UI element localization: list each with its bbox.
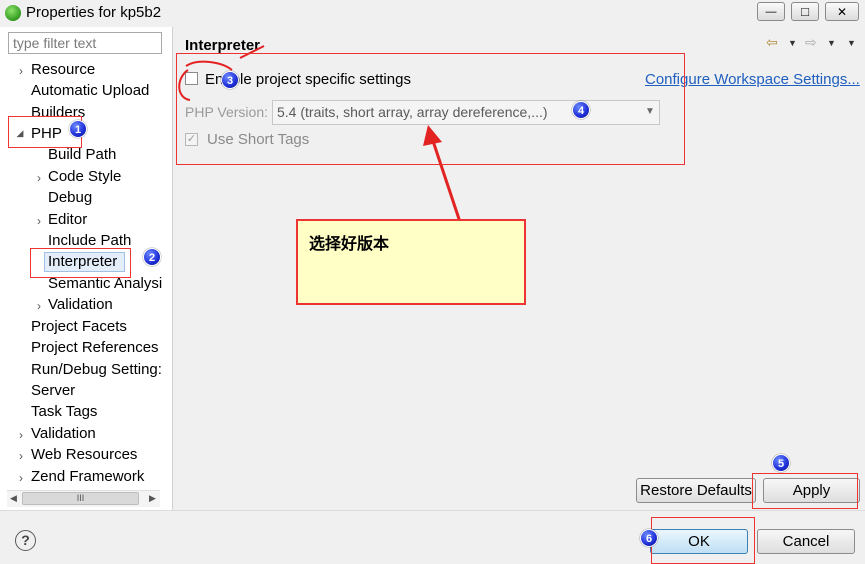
step-badge-4: 4 (572, 101, 590, 119)
step-badge-6: 6 (640, 529, 658, 547)
step-badge-1: 1 (69, 120, 87, 138)
step-badge-5: 5 (772, 454, 790, 472)
annotation-box-interpreter (30, 248, 131, 278)
annotation-box-ok (651, 517, 755, 564)
annotation-note-text: 选择好版本 (309, 234, 390, 253)
annotation-box-apply (752, 473, 858, 509)
step-badge-3: 3 (221, 71, 239, 89)
annotation-box-settings (176, 53, 685, 165)
step-badge-2: 2 (143, 248, 161, 266)
